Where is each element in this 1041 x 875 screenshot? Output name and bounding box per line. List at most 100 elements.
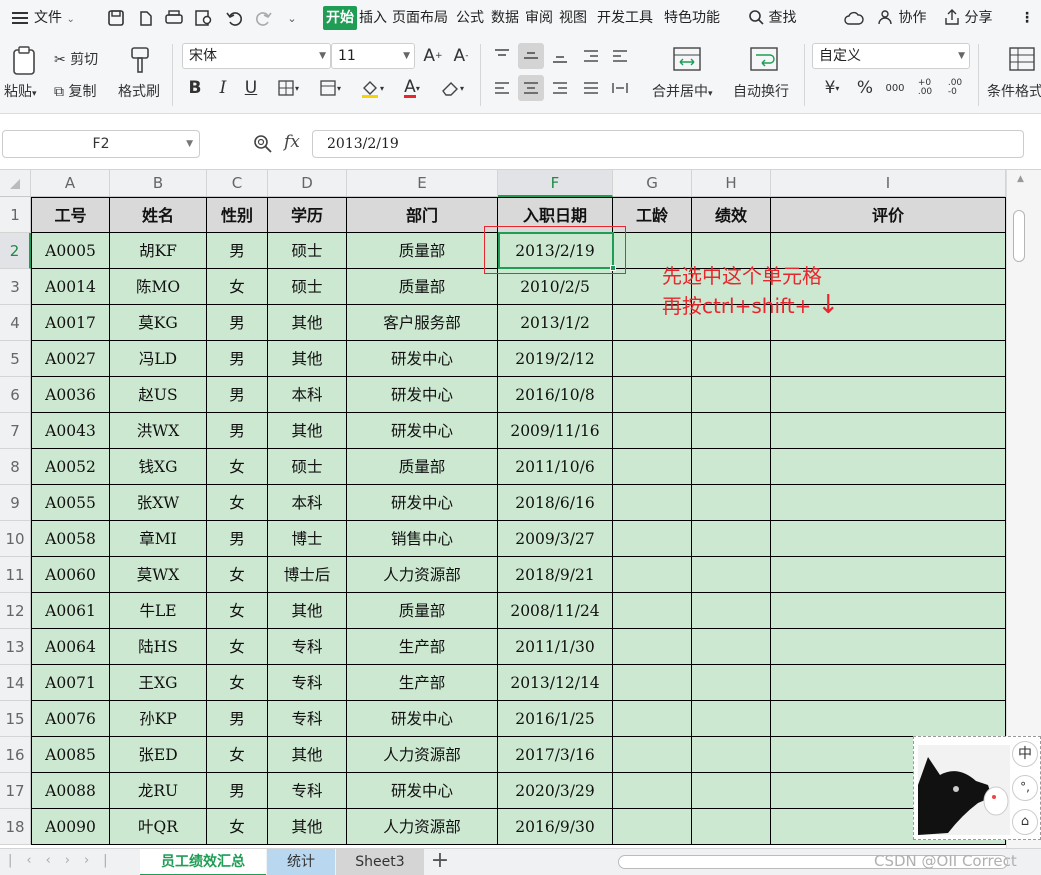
align-center-icon[interactable] xyxy=(518,75,544,101)
table-cell-b6[interactable]: 赵US xyxy=(110,377,207,413)
table-cell-h6[interactable] xyxy=(692,377,771,413)
table-cell-e10[interactable]: 销售中心 xyxy=(347,521,498,557)
table-cell-f4[interactable]: 2013/1/2 xyxy=(498,305,613,341)
cloud-sync-icon[interactable] xyxy=(842,6,866,30)
paste-icon[interactable] xyxy=(8,44,40,76)
table-cell-i8[interactable] xyxy=(771,449,1006,485)
table-cell-a12[interactable]: A0061 xyxy=(31,593,110,629)
table-cell-f12[interactable]: 2008/11/24 xyxy=(498,593,613,629)
percent-icon[interactable]: % xyxy=(852,75,878,101)
table-cell-h12[interactable] xyxy=(692,593,771,629)
border-icon[interactable]: ▾ xyxy=(268,75,308,101)
table-cell-c13[interactable]: 女 xyxy=(207,629,268,665)
table-cell-d9[interactable]: 本科 xyxy=(268,485,347,521)
print-icon[interactable] xyxy=(162,6,186,30)
table-cell-a2[interactable]: A0005 xyxy=(31,233,110,269)
table-cell-a15[interactable]: A0076 xyxy=(31,701,110,737)
scrollbar-thumb[interactable] xyxy=(1013,210,1025,262)
paste-button[interactable]: 粘贴▾ xyxy=(4,81,37,101)
column-title-cell[interactable]: 姓名 xyxy=(110,197,207,233)
clear-format-icon[interactable]: ▾ xyxy=(434,75,470,101)
row-header-6[interactable]: 6 xyxy=(0,377,31,413)
conditional-format-icon[interactable] xyxy=(1006,44,1038,74)
table-cell-f14[interactable]: 2013/12/14 xyxy=(498,665,613,701)
row-header-9[interactable]: 9 xyxy=(0,485,31,521)
merge-center-icon[interactable] xyxy=(670,44,704,74)
bold-icon[interactable]: B xyxy=(182,75,208,101)
table-cell-b15[interactable]: 孙KP xyxy=(110,701,207,737)
tab-page-layout[interactable]: 页面布局 xyxy=(392,6,448,30)
column-header-e[interactable]: E xyxy=(347,170,498,197)
font-color-icon[interactable]: A ▾ xyxy=(394,75,430,101)
table-cell-a16[interactable]: A0085 xyxy=(31,737,110,773)
table-cell-g8[interactable] xyxy=(613,449,692,485)
table-cell-b11[interactable]: 莫WX xyxy=(110,557,207,593)
table-cell-e18[interactable]: 人力资源部 xyxy=(347,809,498,845)
table-cell-d18[interactable]: 其他 xyxy=(268,809,347,845)
table-cell-g9[interactable] xyxy=(613,485,692,521)
table-cell-g14[interactable] xyxy=(613,665,692,701)
increase-font-icon[interactable]: A + xyxy=(420,43,446,69)
table-cell-e2[interactable]: 质量部 xyxy=(347,233,498,269)
table-cell-e17[interactable]: 研发中心 xyxy=(347,773,498,809)
table-cell-i5[interactable] xyxy=(771,341,1006,377)
table-cell-e8[interactable]: 质量部 xyxy=(347,449,498,485)
table-cell-b4[interactable]: 莫KG xyxy=(110,305,207,341)
row-header-12[interactable]: 12 xyxy=(0,593,31,629)
copy-button[interactable]: ⧉ 复制 xyxy=(54,81,96,101)
fx-icon[interactable]: fx xyxy=(284,132,300,152)
formula-input[interactable]: 2013/2/19 xyxy=(312,130,1024,158)
column-title-cell[interactable]: 学历 xyxy=(268,197,347,233)
tab-features[interactable]: 特色功能 xyxy=(664,6,720,30)
table-cell-a10[interactable]: A0058 xyxy=(31,521,110,557)
row-header-1[interactable]: 1 xyxy=(0,197,31,233)
collaborate-button[interactable]: 协作 xyxy=(878,6,926,30)
tab-insert[interactable]: 插入 xyxy=(359,6,387,30)
table-cell-g11[interactable] xyxy=(613,557,692,593)
table-cell-b18[interactable]: 叶QR xyxy=(110,809,207,845)
table-cell-g16[interactable] xyxy=(613,737,692,773)
table-cell-h8[interactable] xyxy=(692,449,771,485)
table-cell-a8[interactable]: A0052 xyxy=(31,449,110,485)
table-cell-e5[interactable]: 研发中心 xyxy=(347,341,498,377)
table-cell-c4[interactable]: 男 xyxy=(207,305,268,341)
table-cell-h16[interactable] xyxy=(692,737,771,773)
increase-decimal-icon[interactable]: +0.00 xyxy=(912,75,938,101)
table-cell-e11[interactable]: 人力资源部 xyxy=(347,557,498,593)
table-cell-c11[interactable]: 女 xyxy=(207,557,268,593)
format-painter-button[interactable]: 格式刷 xyxy=(118,81,160,101)
cell-style-icon[interactable]: ▾ xyxy=(310,75,350,101)
select-all-corner[interactable] xyxy=(0,170,31,197)
table-cell-i7[interactable] xyxy=(771,413,1006,449)
table-cell-d17[interactable]: 专科 xyxy=(268,773,347,809)
table-cell-d10[interactable]: 博士 xyxy=(268,521,347,557)
table-cell-d5[interactable]: 其他 xyxy=(268,341,347,377)
fill-color-icon[interactable]: ▾ xyxy=(352,75,392,101)
table-cell-g12[interactable] xyxy=(613,593,692,629)
ime-chinese-toggle[interactable]: 中 xyxy=(1012,741,1038,767)
column-title-cell[interactable]: 性别 xyxy=(207,197,268,233)
row-header-8[interactable]: 8 xyxy=(0,449,31,485)
table-cell-a17[interactable]: A0088 xyxy=(31,773,110,809)
table-cell-f13[interactable]: 2011/1/30 xyxy=(498,629,613,665)
table-cell-f18[interactable]: 2016/9/30 xyxy=(498,809,613,845)
table-cell-d11[interactable]: 博士后 xyxy=(268,557,347,593)
table-cell-b14[interactable]: 王XG xyxy=(110,665,207,701)
share-button[interactable]: 分享 xyxy=(944,6,992,30)
table-cell-b8[interactable]: 钱XG xyxy=(110,449,207,485)
table-cell-c17[interactable]: 男 xyxy=(207,773,268,809)
align-bottom-icon[interactable] xyxy=(547,43,573,69)
row-header-5[interactable]: 5 xyxy=(0,341,31,377)
row-header-17[interactable]: 17 xyxy=(0,773,31,809)
table-cell-a4[interactable]: A0017 xyxy=(31,305,110,341)
decrease-indent-icon[interactable] xyxy=(578,43,604,69)
table-cell-e13[interactable]: 生产部 xyxy=(347,629,498,665)
table-cell-i15[interactable] xyxy=(771,701,1006,737)
table-cell-f16[interactable]: 2017/3/16 xyxy=(498,737,613,773)
cut-button[interactable]: ✂ 剪切 xyxy=(54,49,98,69)
table-cell-g7[interactable] xyxy=(613,413,692,449)
table-cell-b3[interactable]: 陈MO xyxy=(110,269,207,305)
table-cell-f3[interactable]: 2010/2/5 xyxy=(498,269,613,305)
table-cell-g18[interactable] xyxy=(613,809,692,845)
table-cell-a3[interactable]: A0014 xyxy=(31,269,110,305)
